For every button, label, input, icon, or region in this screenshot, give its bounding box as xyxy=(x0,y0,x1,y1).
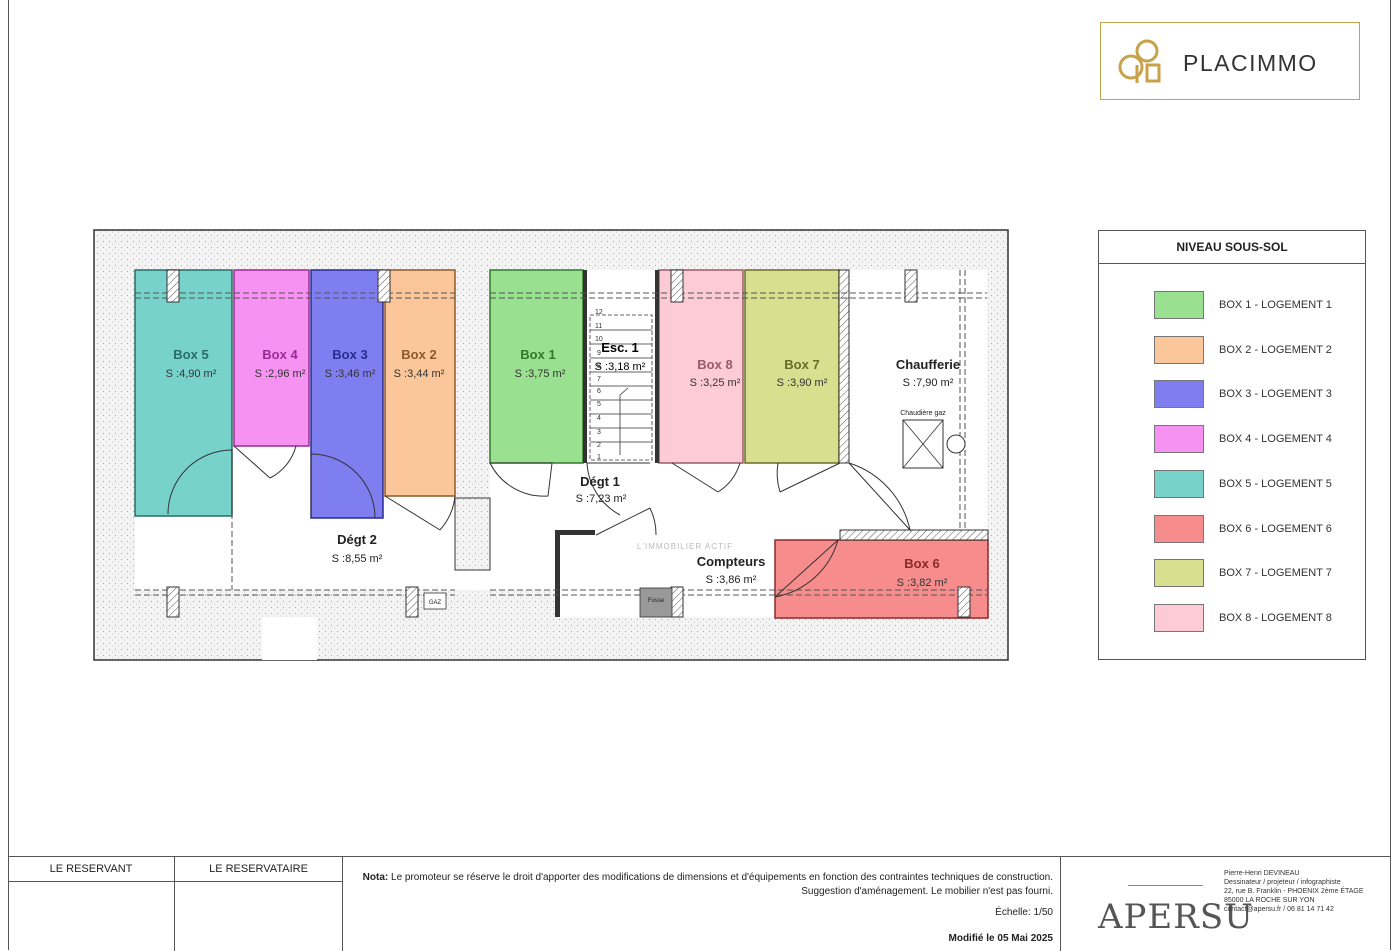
box6-label: Box 6 xyxy=(904,556,939,571)
boiler-tank xyxy=(946,434,966,454)
degt1-label: Dégt 1 xyxy=(580,474,620,489)
contact-line: Pierre-Henri DEVINEAU xyxy=(1224,870,1300,877)
chaufferie-area-text: S :7,90 m² xyxy=(903,377,954,389)
box1-area-text: S :3,75 m² xyxy=(515,368,566,380)
wall xyxy=(839,529,989,541)
floor-notch xyxy=(262,617,317,660)
floor-left-corridor xyxy=(135,515,490,590)
title-block: LE RESERVANT LE RESERVATAIRE Nota: Le pr… xyxy=(8,856,1391,951)
contact-line: 85000 LA ROCHE SUR YON xyxy=(1224,897,1315,904)
box7-area-text: S :3,90 m² xyxy=(777,377,828,389)
divider xyxy=(1060,857,1061,951)
box8-label: Box 8 xyxy=(697,357,732,372)
step-number: 4 xyxy=(597,415,601,422)
box5-area xyxy=(134,269,233,517)
box5-label: Box 5 xyxy=(173,347,208,362)
note-text: Le promoteur se réserve le droit d'appor… xyxy=(391,872,1053,883)
esc1-area-text: S :3,18 m² xyxy=(595,361,646,373)
pit-label: Fosse xyxy=(648,598,665,604)
box5-area-text: S :4,90 m² xyxy=(166,368,217,380)
degt2-label: Dégt 2 xyxy=(337,532,377,547)
modified-date: Modifié le 05 Mai 2025 xyxy=(948,933,1054,944)
scale-text: Échelle: 1/50 xyxy=(995,907,1053,918)
wall xyxy=(838,269,850,464)
gas-label: GAZ xyxy=(429,600,442,606)
wall xyxy=(555,530,560,617)
step-number: 12 xyxy=(595,309,603,316)
reservataire-cell: LE RESERVATAIRE xyxy=(175,857,343,951)
step-number: 5 xyxy=(597,401,601,408)
box2-area xyxy=(384,269,456,497)
step-number: 11 xyxy=(595,323,602,330)
contact-line: contact@apersu.fr / 06 81 14 71 42 xyxy=(1224,906,1334,913)
degt1-area-text: S :7,23 m² xyxy=(576,493,627,505)
box3-area xyxy=(310,269,384,519)
box2-area-text: S :3,44 m² xyxy=(394,368,445,380)
contact-line: 22, rue B. Franklin - PHOENIX 2ème ÉTAGE xyxy=(1224,888,1364,895)
box3-label: Box 3 xyxy=(332,347,367,362)
step-number: 1 xyxy=(597,454,601,461)
wall xyxy=(555,530,595,535)
watermark: L'IMMOBILIER ACTIF xyxy=(637,542,733,551)
note-label: Nota: xyxy=(362,872,389,883)
reservant-cell: LE RESERVANT xyxy=(8,857,175,951)
wall xyxy=(583,270,587,463)
compteurs-label: Compteurs xyxy=(697,554,766,569)
firm-contact: Pierre-Henri DEVINEAU Dessinateur / proj… xyxy=(1224,869,1364,914)
boiler-label: Chaudière gaz xyxy=(900,410,946,417)
box3-area-text: S :3,46 m² xyxy=(325,368,376,380)
box8-area-text: S :3,25 m² xyxy=(690,377,741,389)
firm-line xyxy=(1128,885,1203,886)
chaufferie-label: Chaufferie xyxy=(896,357,960,372)
note-line2: Suggestion d'aménagement. Le mobilier n'… xyxy=(801,886,1053,897)
wall xyxy=(655,270,659,463)
box4-label: Box 4 xyxy=(262,347,298,362)
box2-label: Box 2 xyxy=(401,347,436,362)
step-number: 2 xyxy=(597,442,601,449)
wall xyxy=(454,497,491,571)
box4-area-text: S :2,96 m² xyxy=(255,368,306,380)
floor-plan: 12 11 10 9 8 7 6 5 4 3 2 1 Box 5 S :4,90… xyxy=(93,229,1009,661)
disclaimer-note: Nota: Le promoteur se réserve le droit d… xyxy=(353,871,1053,899)
step-number: 3 xyxy=(597,429,601,436)
step-number: 6 xyxy=(597,388,601,395)
compteurs-area-text: S :3,86 m² xyxy=(706,574,757,586)
box7-label: Box 7 xyxy=(784,357,819,372)
reservataire-label: LE RESERVATAIRE xyxy=(175,857,342,882)
box1-label: Box 1 xyxy=(520,347,555,362)
contact-line: Dessinateur / projeteur / infographiste xyxy=(1224,879,1341,886)
box6-area-text: S :3,82 m² xyxy=(897,577,948,589)
step-number: 7 xyxy=(597,376,601,383)
degt2-area-text: S :8,55 m² xyxy=(332,553,383,565)
box1-area xyxy=(489,269,584,464)
box6-area xyxy=(774,539,989,619)
reservant-label: LE RESERVANT xyxy=(8,857,174,882)
esc1-label: Esc. 1 xyxy=(601,340,639,355)
